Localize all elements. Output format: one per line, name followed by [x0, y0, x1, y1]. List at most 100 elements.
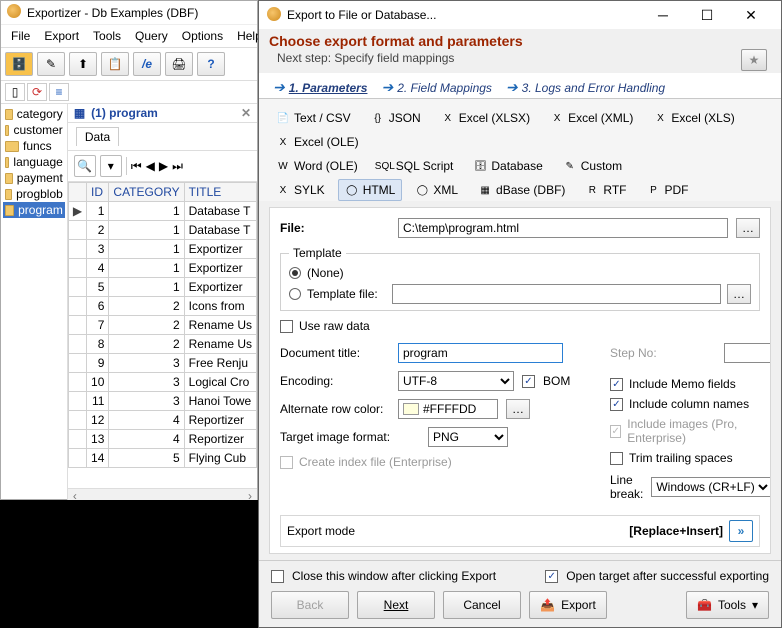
tree-progblob[interactable]: progblob — [3, 186, 65, 202]
include-memo-checkbox[interactable] — [610, 378, 623, 391]
nav-find-icon[interactable]: 🔍 — [74, 155, 96, 177]
tb-db-icon[interactable]: 🗄️ — [5, 52, 33, 76]
target-img-select[interactable]: PNG — [428, 427, 508, 447]
trim-checkbox[interactable] — [610, 452, 623, 465]
table-row[interactable]: 72Rename Us — [68, 316, 256, 335]
grid-header[interactable]: TITLE — [184, 183, 256, 202]
altrow-browse-button[interactable]: … — [506, 399, 530, 419]
table-row[interactable]: 113Hanoi Towe — [68, 392, 256, 411]
table-row[interactable]: ▶11Database T — [68, 202, 256, 221]
menu-query[interactable]: Query — [129, 27, 174, 45]
template-browse-button[interactable]: … — [727, 284, 751, 304]
format-pdf[interactable]: PPDF — [640, 179, 696, 201]
table-row[interactable]: 124Reportizer — [68, 411, 256, 430]
nav-next-icon[interactable]: ▶ — [159, 159, 168, 173]
export-button[interactable]: 📤Export — [529, 591, 607, 619]
table-row[interactable]: 82Rename Us — [68, 335, 256, 354]
tree-funcs[interactable]: funcs — [3, 138, 65, 154]
doc-title-input[interactable] — [398, 343, 563, 363]
format-database[interactable]: 🗄Database — [466, 155, 549, 177]
linebreak-select[interactable]: Windows (CR+LF) — [651, 477, 771, 497]
tb-export-icon[interactable]: ⬆ — [69, 52, 97, 76]
format-sql-script[interactable]: SQLSQL Script — [371, 155, 461, 177]
export-mode-button[interactable]: » — [729, 520, 753, 542]
format-rtf[interactable]: RRTF — [578, 179, 633, 201]
favorite-button[interactable]: ★ — [741, 49, 767, 71]
tab-data[interactable]: Data — [76, 127, 119, 146]
menu-export[interactable]: Export — [38, 27, 85, 45]
table-row[interactable]: 51Exportizer — [68, 278, 256, 297]
tb-help-icon[interactable]: ? — [197, 52, 225, 76]
file-input[interactable] — [398, 218, 728, 238]
format-excel-xls-[interactable]: XExcel (XLS) — [646, 107, 741, 129]
table-row[interactable]: 21Database T — [68, 221, 256, 240]
tree-payment[interactable]: payment — [3, 170, 65, 186]
minimize-button[interactable]: ─ — [641, 1, 685, 29]
file-browse-button[interactable]: … — [736, 218, 760, 238]
format-excel-xlsx-[interactable]: XExcel (XLSX) — [434, 107, 537, 129]
step-field-mappings[interactable]: ➔2. Field Mappings — [377, 77, 495, 98]
sb-pages-icon[interactable]: ▯ — [5, 83, 25, 101]
template-file-radio[interactable] — [289, 288, 301, 300]
tree-category[interactable]: category — [3, 106, 65, 122]
format-sylk[interactable]: XSYLK — [269, 179, 332, 201]
file-tab[interactable]: ▦ (1) program ✕ — [68, 104, 257, 123]
table-row[interactable]: 62Icons from — [68, 297, 256, 316]
format-excel-ole-[interactable]: XExcel (OLE) — [269, 131, 366, 153]
format-json[interactable]: {}JSON — [364, 107, 428, 129]
table-row[interactable]: 41Exportizer — [68, 259, 256, 278]
close-icon[interactable]: ✕ — [241, 106, 251, 120]
template-file-input[interactable] — [392, 284, 721, 304]
target-img-label: Target image format: — [280, 430, 420, 444]
sb-refresh-icon[interactable]: ⟳ — [27, 83, 47, 101]
nav-prev-icon[interactable]: ◀ — [146, 159, 155, 173]
open-after-checkbox[interactable] — [545, 570, 558, 583]
format-excel-xml-[interactable]: XExcel (XML) — [543, 107, 640, 129]
use-raw-checkbox[interactable] — [280, 320, 293, 333]
cancel-button[interactable]: Cancel — [443, 591, 521, 619]
next-button[interactable]: Next — [357, 591, 435, 619]
data-grid[interactable]: IDCATEGORYTITLE▶11Database T21Database T… — [68, 182, 257, 488]
encoding-select[interactable]: UTF-8 — [398, 371, 514, 391]
step-logs[interactable]: ➔3. Logs and Error Handling — [502, 77, 669, 98]
tb-edit-icon[interactable]: ✎ — [37, 52, 65, 76]
tree-customer[interactable]: customer — [3, 122, 65, 138]
menu-options[interactable]: Options — [176, 27, 229, 45]
step-parameters[interactable]: ➔1. Parameters — [269, 77, 371, 98]
nav-last-icon[interactable]: ⏭ — [172, 159, 183, 174]
tb-print-icon[interactable]: 🖨 — [165, 52, 193, 76]
grid-header[interactable]: CATEGORY — [109, 183, 184, 202]
menu-tools[interactable]: Tools — [87, 27, 127, 45]
tree-program[interactable]: program — [3, 202, 65, 218]
export-icon: 📤 — [540, 598, 555, 612]
format-text-csv[interactable]: 📄Text / CSV — [269, 107, 358, 129]
maximize-button[interactable]: ☐ — [685, 1, 729, 29]
bom-checkbox[interactable] — [522, 375, 535, 388]
nav-dropdown-icon[interactable]: ▾ — [100, 155, 122, 177]
grid-nav: 🔍 ▾ ⏮ ◀ ▶ ⏭ — [68, 151, 257, 182]
tree-language[interactable]: language — [3, 154, 65, 170]
tools-button[interactable]: 🧰Tools ▾ — [686, 591, 769, 619]
table-row[interactable]: 103Logical Cro — [68, 373, 256, 392]
sb-lines-icon[interactable]: ≡ — [49, 83, 69, 101]
close-button[interactable]: ✕ — [729, 1, 773, 29]
include-cols-checkbox[interactable] — [610, 398, 623, 411]
step-no-input[interactable] — [724, 343, 771, 363]
format-custom[interactable]: ✎Custom — [556, 155, 629, 177]
grid-header[interactable]: ID — [87, 183, 109, 202]
nav-first-icon[interactable]: ⏮ — [131, 159, 142, 174]
altrow-color-picker[interactable]: #FFFFDD — [398, 399, 498, 419]
format-xml[interactable]: ◯XML — [408, 179, 465, 201]
table-row[interactable]: 145Flying Cub — [68, 449, 256, 468]
table-row[interactable]: 93Free Renju — [68, 354, 256, 373]
format-dbase-dbf-[interactable]: ▦dBase (DBF) — [471, 179, 572, 201]
menu-file[interactable]: File — [5, 27, 36, 45]
format-html[interactable]: ◯HTML — [338, 179, 403, 201]
tb-copy-icon[interactable]: 📋 — [101, 52, 129, 76]
close-after-checkbox[interactable] — [271, 570, 284, 583]
table-row[interactable]: 134Reportizer — [68, 430, 256, 449]
table-row[interactable]: 31Exportizer — [68, 240, 256, 259]
format-word-ole-[interactable]: WWord (OLE) — [269, 155, 365, 177]
template-none-radio[interactable] — [289, 267, 301, 279]
tb-ie-icon[interactable]: /e — [133, 52, 161, 76]
